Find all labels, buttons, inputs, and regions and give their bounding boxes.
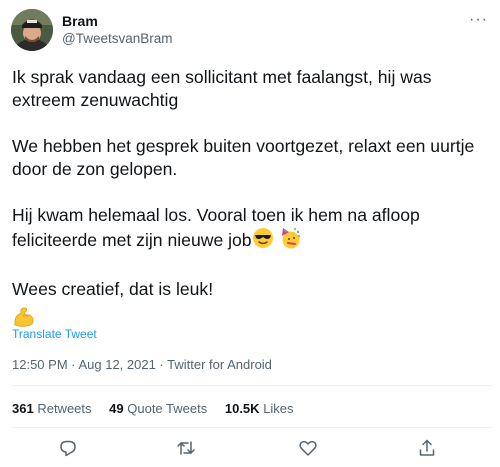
- tweet-paragraph-text: Ik sprak vandaag een sollicitant met faa…: [12, 67, 432, 110]
- retweets-count: 361: [12, 401, 34, 416]
- likes-count: 10.5K: [224, 401, 260, 416]
- author-handle[interactable]: @TweetsvanBram: [62, 31, 173, 46]
- reply-icon[interactable]: [58, 438, 78, 458]
- party-face-emoji: [279, 227, 301, 255]
- retweets-label: Retweets: [37, 401, 92, 416]
- tweet-timestamp[interactable]: 12:50 PM · Aug 12, 2021 · Twitter for An…: [12, 357, 272, 372]
- avatar-image: [11, 9, 53, 51]
- retweets-stat[interactable]: 361 Retweets: [12, 401, 92, 416]
- tweet-paragraph: Wees creatief, dat is leuk!: [12, 278, 492, 301]
- sunglasses-emoji: [252, 227, 274, 255]
- tweet-paragraph-text: Hij kwam helemaal los. Vooral toen ik he…: [12, 205, 420, 250]
- quote-tweets-label: Quote Tweets: [127, 401, 208, 416]
- like-icon[interactable]: [298, 438, 318, 458]
- tweet-paragraph-text: We hebben het gesprek buiten voortgezet,…: [12, 136, 475, 179]
- tweet-paragraph: Hij kwam helemaal los. Vooral toen ik he…: [12, 204, 482, 255]
- tweet-paragraph: We hebben het gesprek buiten voortgezet,…: [12, 135, 482, 181]
- more-options-icon[interactable]: ···: [469, 11, 488, 29]
- quote-tweets-count: 49: [109, 401, 124, 416]
- tweet-text: Ik sprak vandaag een sollicitant met faa…: [12, 66, 492, 329]
- quote-tweets-stat[interactable]: 49 Quote Tweets: [109, 401, 207, 416]
- translate-tweet-link[interactable]: Translate Tweet: [12, 327, 97, 341]
- flexed-biceps-emoji: [12, 305, 492, 329]
- divider: [12, 385, 492, 386]
- tweet-paragraph: Ik sprak vandaag een sollicitant met faa…: [12, 66, 482, 112]
- tweet-paragraph-text: Wees creatief, dat is leuk!: [12, 279, 214, 299]
- avatar[interactable]: [11, 9, 53, 51]
- divider: [12, 427, 492, 428]
- retweet-icon[interactable]: [176, 438, 196, 458]
- engagement-stats: 361 Retweets 49 Quote Tweets 10.5K Likes: [12, 401, 308, 416]
- share-icon[interactable]: [417, 438, 437, 458]
- likes-label: Likes: [263, 401, 294, 416]
- author-display-name[interactable]: Bram: [62, 13, 98, 29]
- likes-stat[interactable]: 10.5K Likes: [225, 401, 294, 416]
- tweet-card: Bram @TweetsvanBram ··· Ik sprak vandaag…: [0, 0, 500, 467]
